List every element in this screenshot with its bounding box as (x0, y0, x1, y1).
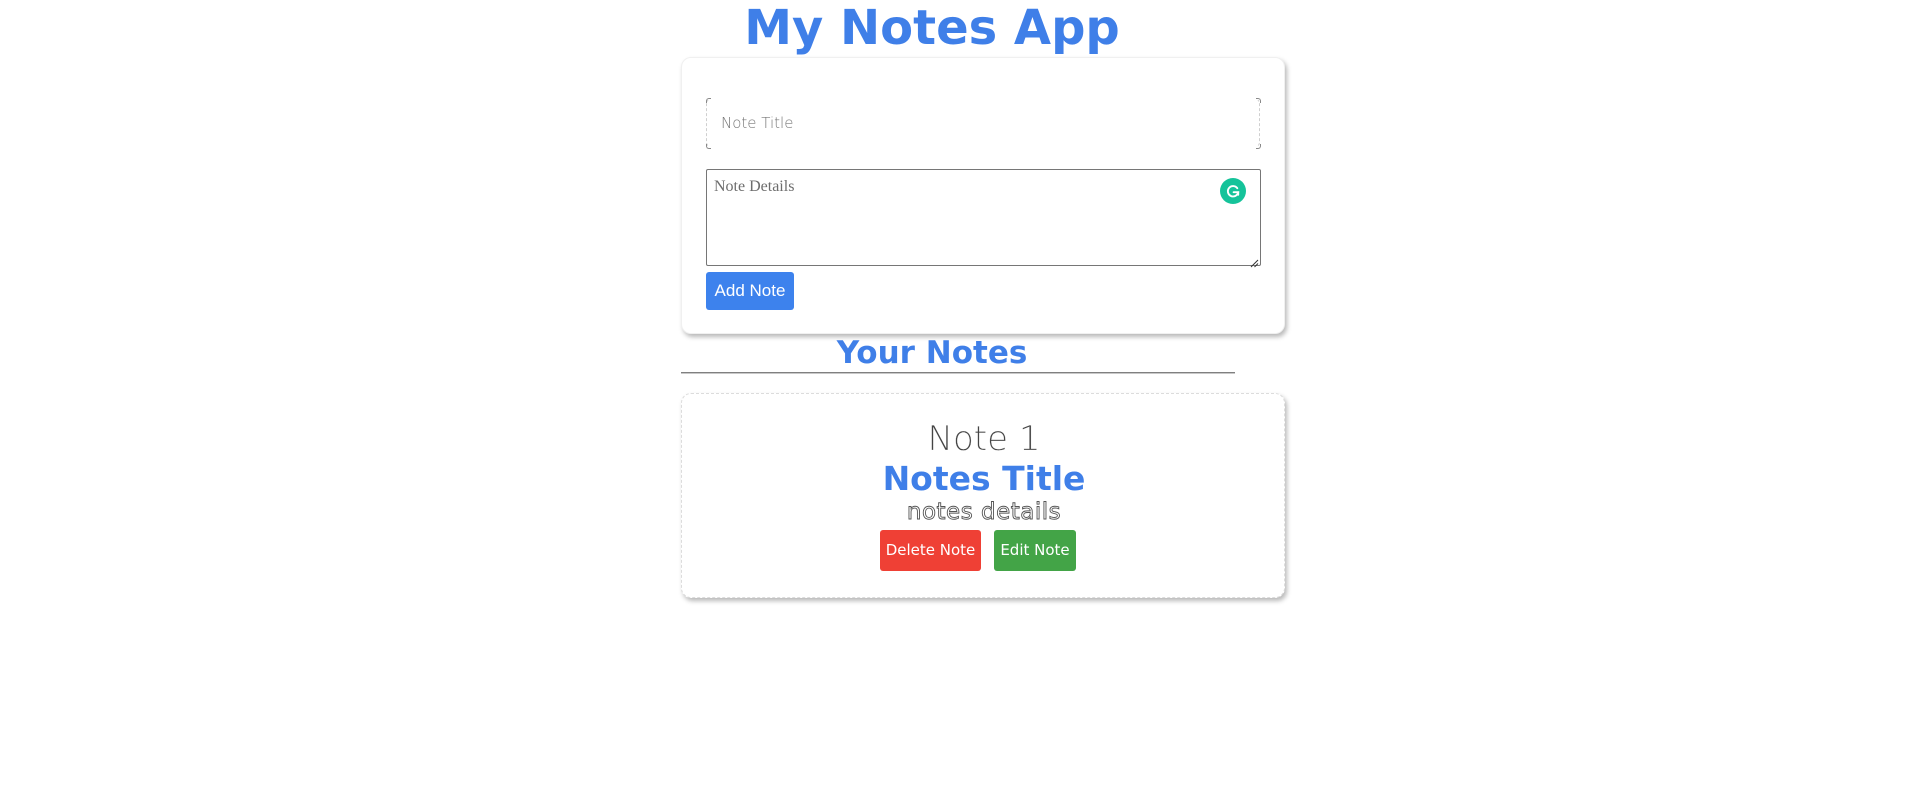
section-divider (681, 372, 1235, 374)
note-details: notes details (906, 499, 1062, 526)
your-notes-heading: Your Notes (836, 335, 1028, 371)
edit-note-button[interactable]: Edit Note (994, 530, 1076, 571)
input-corner-mark (1256, 144, 1261, 149)
note-details-textarea[interactable] (706, 169, 1261, 266)
app-title: My Notes App (744, 0, 1120, 56)
resize-grip-icon[interactable] (1249, 253, 1259, 268)
input-corner-mark (706, 144, 711, 149)
note-title-input[interactable] (706, 98, 1260, 148)
grammarly-icon[interactable] (1220, 178, 1246, 204)
add-note-card: Add Note (681, 57, 1285, 334)
input-corner-mark (1256, 98, 1261, 103)
input-corner-mark (706, 98, 711, 103)
note-card: Note 1 Notes Title notes details Delete … (681, 393, 1285, 598)
add-note-button[interactable]: Add Note (706, 272, 794, 310)
delete-note-button[interactable]: Delete Note (880, 530, 981, 571)
